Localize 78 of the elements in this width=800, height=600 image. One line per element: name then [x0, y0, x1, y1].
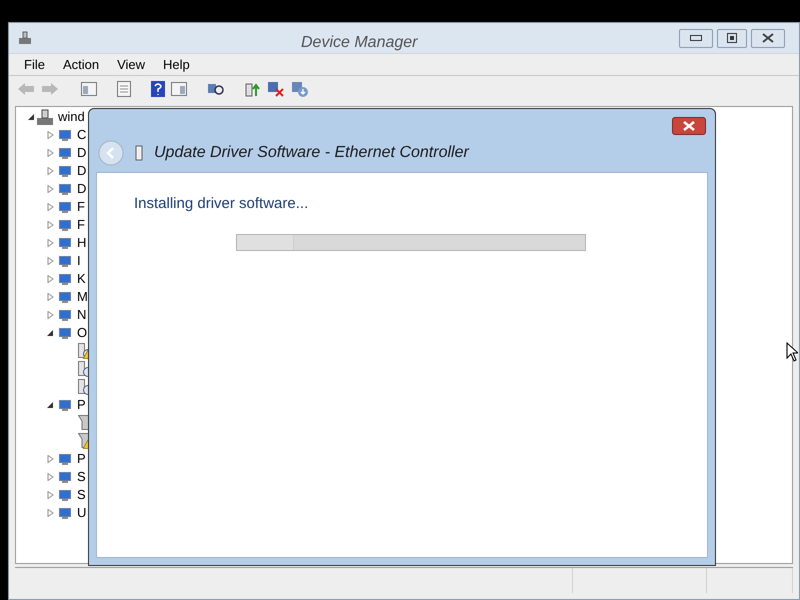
- tree-item[interactable]: D: [77, 161, 86, 181]
- network-adapter-icon: [134, 145, 144, 161]
- device-icon: [57, 253, 73, 269]
- expand-arrow-icon[interactable]: [47, 257, 54, 265]
- expand-arrow-icon[interactable]: [47, 473, 54, 481]
- collapse-arrow-icon[interactable]: [28, 113, 35, 121]
- tree-item[interactable]: F: [77, 215, 85, 235]
- uninstall-device-icon[interactable]: [291, 80, 309, 98]
- tree-item[interactable]: H: [77, 233, 86, 253]
- menu-item[interactable]: View: [117, 54, 146, 74]
- computer-icon: [37, 109, 53, 125]
- expand-arrow-icon[interactable]: [47, 509, 54, 517]
- dialog-title: Update Driver Software - Ethernet Controller: [154, 143, 469, 163]
- tree-item[interactable]: I: [77, 251, 81, 271]
- properties-icon[interactable]: [117, 81, 131, 97]
- close-icon: [683, 121, 695, 131]
- device-icon: [57, 307, 73, 323]
- device-icon: [57, 235, 73, 251]
- minimize-button[interactable]: [679, 28, 713, 48]
- expand-arrow-icon[interactable]: [47, 455, 54, 463]
- menu-item[interactable]: File: [24, 54, 45, 74]
- menu-item[interactable]: Help: [163, 54, 190, 74]
- tree-item[interactable]: D: [77, 179, 86, 199]
- collapse-arrow-icon[interactable]: [47, 401, 54, 409]
- console-tree-icon[interactable]: [81, 82, 97, 96]
- tree-item[interactable]: N: [77, 305, 86, 325]
- device-icon: [57, 181, 73, 197]
- device-icon: [57, 199, 73, 215]
- device-icon: [57, 487, 73, 503]
- close-button[interactable]: [672, 117, 706, 135]
- device-icon: [57, 145, 73, 161]
- expand-arrow-icon[interactable]: [47, 149, 54, 157]
- expand-arrow-icon[interactable]: [47, 167, 54, 175]
- expand-arrow-icon[interactable]: [47, 203, 54, 211]
- device-icon: [57, 397, 73, 413]
- window-title: Device Manager: [301, 33, 418, 53]
- device-icon: [57, 127, 73, 143]
- tree-item[interactable]: F: [77, 197, 85, 217]
- maximize-icon: [727, 33, 737, 43]
- device-icon: [57, 469, 73, 485]
- device-icon: [57, 451, 73, 467]
- expand-arrow-icon[interactable]: [47, 185, 54, 193]
- expand-arrow-icon[interactable]: [47, 131, 54, 139]
- status-message: Installing driver software...: [134, 194, 310, 214]
- tree-item[interactable]: S: [77, 485, 86, 505]
- app-icon: [17, 30, 33, 46]
- tree-item[interactable]: K: [77, 269, 86, 289]
- tree-item[interactable]: U: [77, 503, 86, 523]
- tree-item[interactable]: P: [77, 395, 86, 415]
- device-icon: [57, 505, 73, 521]
- tree-item[interactable]: O: [77, 323, 88, 343]
- expand-arrow-icon[interactable]: [47, 221, 54, 229]
- back-button-icon[interactable]: [98, 140, 124, 166]
- device-icon: [57, 289, 73, 305]
- minimize-icon: [690, 35, 702, 41]
- tree-item[interactable]: P: [77, 449, 86, 469]
- disable-device-icon[interactable]: [267, 80, 285, 98]
- expand-arrow-icon[interactable]: [47, 293, 54, 301]
- close-button[interactable]: [751, 28, 785, 48]
- expand-arrow-icon[interactable]: [47, 239, 54, 247]
- collapse-arrow-icon[interactable]: [47, 329, 54, 337]
- help-icon[interactable]: [151, 81, 165, 97]
- expand-arrow-icon[interactable]: [47, 491, 54, 499]
- tree-item[interactable]: D: [77, 143, 86, 163]
- tree-item[interactable]: wind: [58, 107, 85, 127]
- tree-item[interactable]: S: [77, 467, 86, 487]
- tree-item[interactable]: C: [77, 125, 86, 145]
- close-icon: [762, 33, 774, 43]
- action-pane-icon[interactable]: [171, 82, 187, 96]
- device-icon: [57, 163, 73, 179]
- expand-arrow-icon[interactable]: [47, 311, 54, 319]
- expand-arrow-icon[interactable]: [47, 275, 54, 283]
- tree-item[interactable]: M: [77, 287, 88, 307]
- device-icon: [57, 271, 73, 287]
- menu-item[interactable]: Action: [62, 54, 100, 74]
- maximize-button[interactable]: [717, 28, 747, 48]
- device-icon: [57, 325, 73, 341]
- device-icon: [57, 217, 73, 233]
